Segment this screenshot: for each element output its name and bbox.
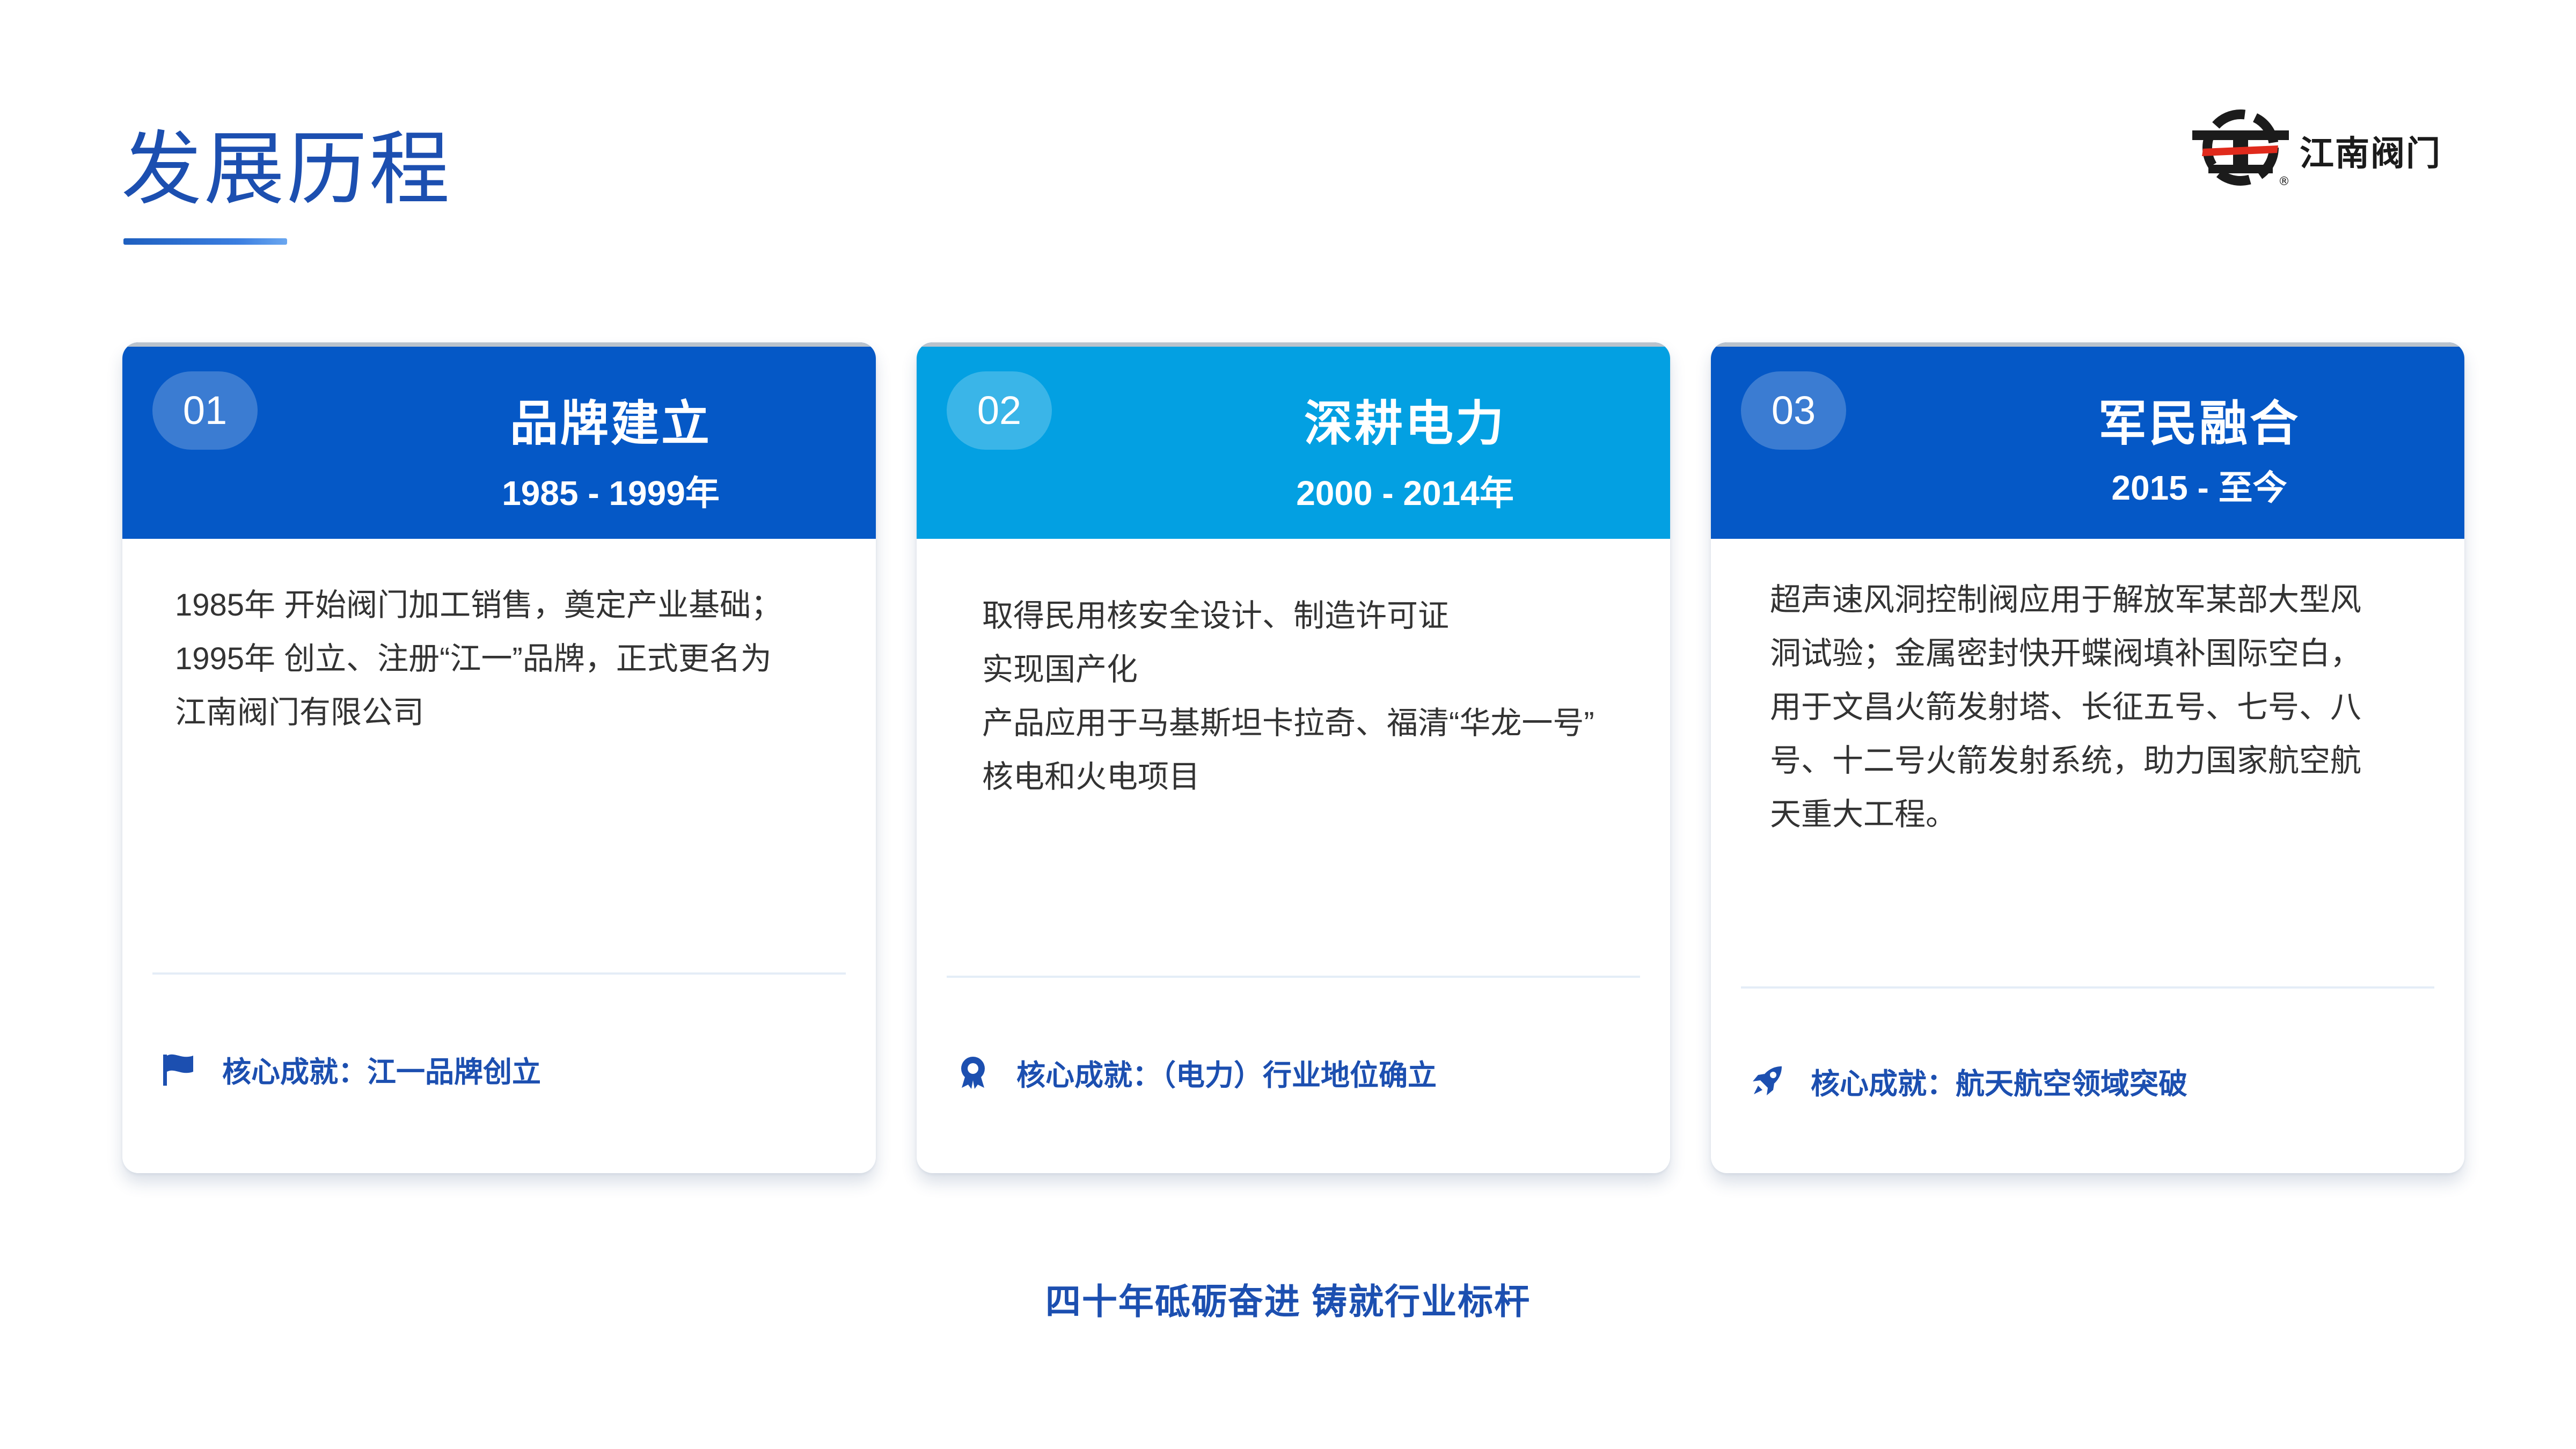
title-underline (123, 238, 287, 245)
card-divider (152, 972, 846, 975)
description-line: 天重大工程。 (1770, 797, 1957, 832)
rocket-icon (1753, 1066, 1782, 1095)
logo-text: 江南阀门 (2300, 134, 2441, 173)
card-achievement: 核心成就：（电力）行业地位确立 (954, 1051, 1437, 1094)
achievement-text: 核心成就：航天航空领域突破 (1811, 1067, 2187, 1100)
card-description: 1985年 开始阀门加工销售，奠定产业基础； 1995年 创立、注册“江一”品牌… (175, 579, 782, 740)
card-header: 03 军民融合 2015 - 至今 (1711, 342, 2464, 539)
description-line: 江南阀门有限公司 (175, 695, 425, 730)
company-logo: ® 江南阀门 (2187, 105, 2466, 191)
description-line: 洞试验；金属密封快开蝶阀填补国际空白， (1770, 636, 2362, 671)
svg-text:®: ® (2278, 175, 2290, 188)
card-description: 取得民用核安全设计、制造许可证 实现国产化 产品应用于马基斯坦卡拉奇、福清“华龙… (982, 589, 1594, 804)
award-icon (961, 1057, 985, 1089)
card-header: 01 品牌建立 1985 - 1999年 (122, 342, 876, 539)
achievement-text: 核心成就：（电力）行业地位确立 (1016, 1059, 1437, 1092)
card-achievement: 核心成就：航天航空领域突破 (1748, 1059, 2187, 1102)
timeline-card-1: 01 品牌建立 1985 - 1999年 1985年 开始阀门加工销售，奠定产业… (122, 342, 876, 1173)
timeline-card-2: 02 深耕电力 2000 - 2014年 取得民用核安全设计、制造许可证 实现国… (917, 342, 1670, 1173)
card-number-badge: 02 (947, 371, 1052, 450)
page-title: 发展历程 (121, 124, 452, 214)
card-title: 军民融合 (2098, 397, 2300, 451)
jiangnan-valve-logo-icon: ® (2192, 109, 2290, 188)
description-line: 1995年 创立、注册“江一”品牌，正式更名为 (175, 641, 772, 676)
footer-slogan: 四十年砥砺奋进 铸就行业标杆 (1045, 1282, 1531, 1321)
description-line: 产品应用于马基斯坦卡拉奇、福清“华龙一号” (982, 706, 1594, 741)
card-number-badge: 01 (152, 371, 258, 450)
description-line: 实现国产化 (982, 652, 1138, 687)
card-title: 深耕电力 (1304, 397, 1506, 451)
card-number-badge: 03 (1741, 371, 1846, 450)
description-line: 核电和火电项目 (982, 759, 1201, 794)
description-line: 用于文昌火箭发射塔、长征五号、七号、八 (1770, 690, 2362, 724)
card-divider (1741, 986, 2434, 989)
description-line: 超声速风洞控制阀应用于解放军某部大型风 (1770, 582, 2362, 617)
card-years: 2000 - 2014年 (1296, 474, 1514, 513)
timeline-card-3: 03 军民融合 2015 - 至今 超声速风洞控制阀应用于解放军某部大型风 洞试… (1711, 342, 2464, 1173)
flag-icon (163, 1054, 193, 1086)
description-line: 号、十二号火箭发射系统，助力国家航空航 (1770, 743, 2362, 778)
description-line: 取得民用核安全设计、制造许可证 (982, 598, 1450, 633)
card-years: 2015 - 至今 (2111, 469, 2287, 507)
card-description: 超声速风洞控制阀应用于解放军某部大型风 洞试验；金属密封快开蝶阀填补国际空白， … (1770, 573, 2361, 841)
card-years: 1985 - 1999年 (502, 474, 720, 513)
card-title: 品牌建立 (510, 397, 712, 451)
card-divider (947, 976, 1640, 978)
achievement-text: 核心成就：江一品牌创立 (222, 1056, 541, 1088)
description-line: 1985年 开始阀门加工销售，奠定产业基础； (175, 588, 782, 623)
card-achievement: 核心成就：江一品牌创立 (160, 1048, 541, 1091)
card-header: 02 深耕电力 2000 - 2014年 (917, 342, 1670, 539)
